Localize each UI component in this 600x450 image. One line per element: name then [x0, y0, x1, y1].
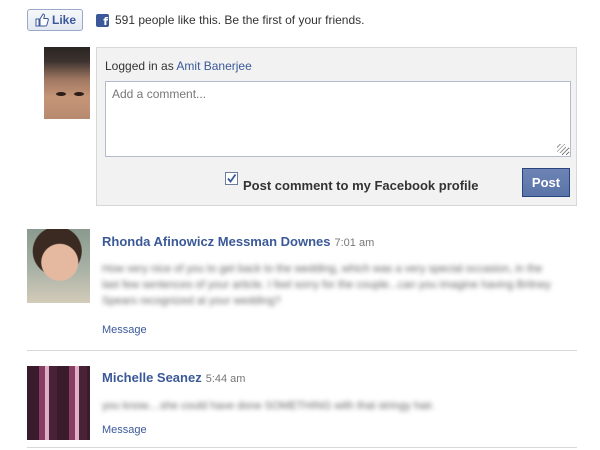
checkbox-checked-icon — [227, 173, 237, 183]
comment-author-link[interactable]: Rhonda Afinowicz Messman Downes 7:01 am — [102, 234, 374, 249]
logged-in-prefix: Logged in as — [105, 59, 177, 73]
message-link[interactable]: Message — [102, 324, 147, 336]
logged-in-user-link[interactable]: Amit Banerjee — [176, 59, 251, 73]
comment-composer: Logged in as Amit Banerjee Post comment … — [96, 47, 577, 206]
commenter-avatar[interactable] — [27, 229, 90, 303]
like-label: Like — [52, 13, 77, 27]
facebook-logo-icon: f — [96, 14, 109, 27]
post-button[interactable]: Post — [522, 168, 570, 197]
comment-body: you know....she could have done SOMETHIN… — [102, 400, 435, 412]
like-count-text: 591 people like this. Be the first of yo… — [115, 13, 365, 27]
comment-author-link[interactable]: Michelle Seanez 5:44 am — [102, 370, 245, 385]
post-to-profile-checkbox[interactable] — [225, 172, 238, 185]
post-to-profile-label: Post comment to my Facebook profile — [243, 178, 479, 193]
comment-divider — [27, 350, 577, 351]
comment-timestamp: 7:01 am — [334, 237, 375, 249]
commenter-avatar[interactable] — [27, 366, 90, 440]
message-link[interactable]: Message — [102, 424, 147, 436]
comment-divider — [27, 447, 577, 448]
comment-timestamp: 5:44 am — [205, 373, 246, 385]
comment-body: How very nice of you to get back to the … — [102, 263, 551, 307]
resize-grip-icon[interactable] — [557, 144, 566, 153]
comment-input[interactable] — [105, 81, 571, 157]
logged-in-text: Logged in as Amit Banerjee — [105, 59, 252, 73]
thumbs-up-icon — [35, 13, 49, 27]
comment-author-name: Rhonda Afinowicz Messman Downes — [102, 234, 331, 249]
like-button[interactable]: Like — [27, 9, 83, 31]
current-user-avatar — [44, 47, 90, 119]
comment-author-name: Michelle Seanez — [102, 370, 202, 385]
